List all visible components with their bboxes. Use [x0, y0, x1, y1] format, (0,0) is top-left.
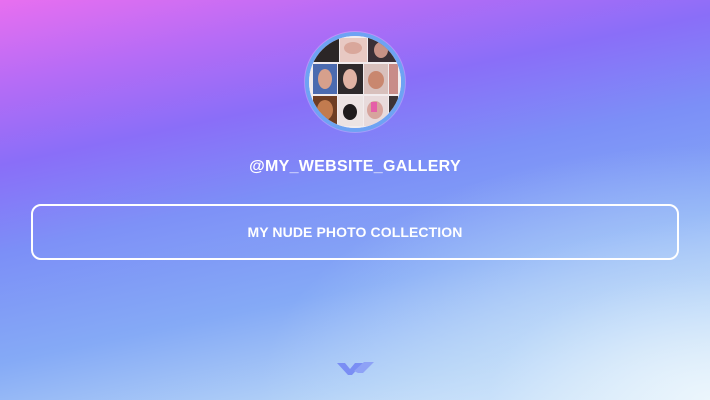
link-button-photo-collection[interactable]: MY NUDE PHOTO COLLECTION — [31, 204, 679, 260]
profile-avatar[interactable] — [305, 32, 405, 132]
profile-username: @MY_WEBSITE_GALLERY — [249, 158, 461, 175]
chevron-logo-icon[interactable] — [336, 358, 376, 378]
photo-collage-icon — [309, 36, 401, 128]
link-button-label: MY NUDE PHOTO COLLECTION — [247, 224, 463, 240]
